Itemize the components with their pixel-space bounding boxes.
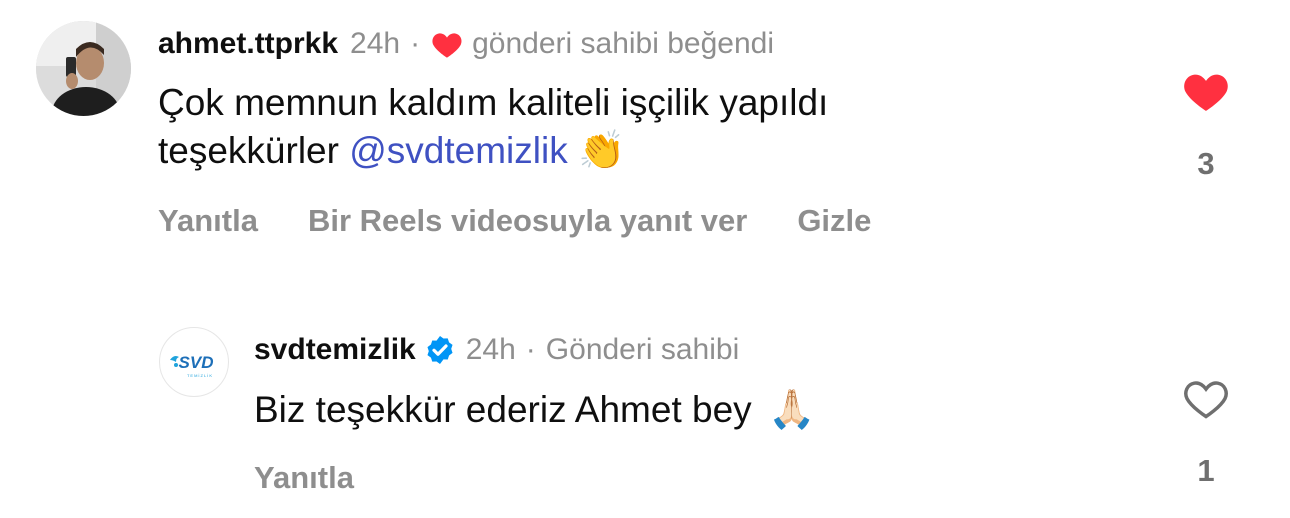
like-button[interactable] <box>1181 375 1231 420</box>
comment-text: Çok memnun kaldım kaliteli işçilik yapıl… <box>158 79 828 175</box>
verified-badge-icon <box>424 334 456 366</box>
reply-with-reel-button[interactable]: Bir Reels videosuyla yanıt ver <box>308 203 747 239</box>
mention-link[interactable]: @svdtemizlik <box>349 130 567 171</box>
comment-text: Biz teşekkür ederiz Ahmet bey 🙏🏻 <box>254 386 815 434</box>
comment-actions: Yanıtla Bir Reels videosuyla yanıt ver G… <box>158 203 921 239</box>
comment-text-line1: Çok memnun kaldım kaliteli işçilik yapıl… <box>158 82 829 123</box>
separator-dot: · <box>525 333 536 366</box>
heart-filled-icon <box>1184 74 1228 111</box>
svg-text:SVD: SVD <box>179 353 214 372</box>
reply-button[interactable]: Yanıtla <box>254 460 354 496</box>
like-count: 1 <box>1197 453 1215 488</box>
folded-hands-emoji: 🙏🏻 <box>767 389 816 431</box>
username[interactable]: svdtemizlik <box>254 333 416 367</box>
owner-liked-label: gönderi sahibi beğendi <box>472 27 775 60</box>
timestamp: 24h <box>350 27 401 60</box>
separator-dot: · <box>410 27 421 60</box>
comment-actions: Yanıtla <box>254 460 404 496</box>
heart-outline-icon <box>1184 381 1228 419</box>
comment-header: svdtemizlik 24h · Gönderi sahibi <box>254 333 739 367</box>
comment-text-line2: teşekkürler @svdtemizlik 👏 <box>158 127 828 175</box>
reply-button[interactable]: Yanıtla <box>158 203 258 239</box>
comment-text-line1: Biz teşekkür ederiz Ahmet bey <box>254 389 752 430</box>
comment-text-prefix: teşekkürler <box>158 130 339 171</box>
hide-button[interactable]: Gizle <box>797 203 871 239</box>
timestamp: 24h <box>465 333 516 366</box>
clapping-hands-emoji: 👏 <box>578 130 626 172</box>
heart-filled-icon <box>430 29 464 59</box>
svd-logo-icon: SVD TEMİZLİK <box>170 353 214 378</box>
comment-header: ahmet.ttprkk 24h · gönderi sahibi beğend… <box>158 27 774 61</box>
like-button[interactable] <box>1181 68 1231 113</box>
avatar[interactable] <box>36 21 131 116</box>
user-photo-icon <box>36 21 131 116</box>
svg-text:TEMİZLİK: TEMİZLİK <box>187 373 213 378</box>
like-count: 3 <box>1197 146 1215 181</box>
avatar[interactable]: SVD TEMİZLİK <box>159 327 229 397</box>
username[interactable]: ahmet.ttprkk <box>158 27 338 61</box>
owner-badge: Gönderi sahibi <box>545 333 740 366</box>
